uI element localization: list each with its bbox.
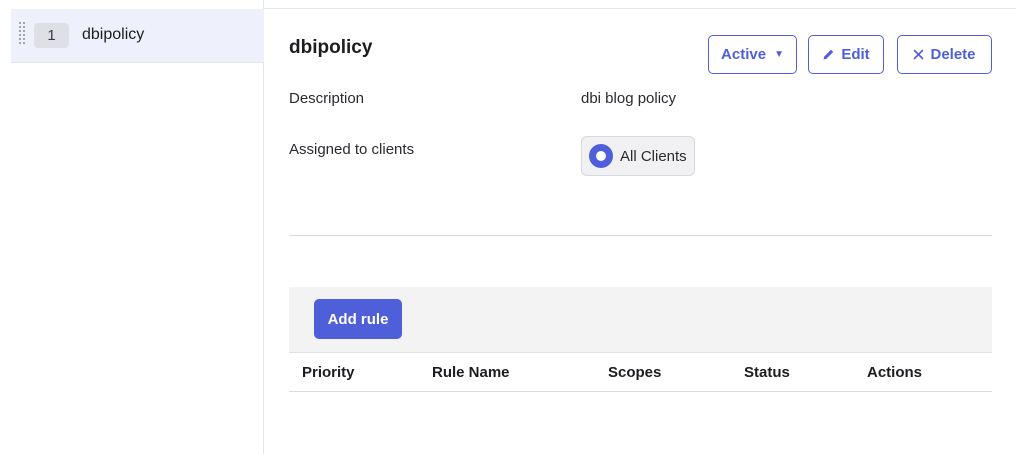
drag-handle-icon[interactable] bbox=[19, 22, 27, 46]
edit-button[interactable]: Edit bbox=[808, 35, 884, 74]
all-clients-label: All Clients bbox=[620, 147, 687, 165]
section-divider bbox=[289, 235, 992, 236]
policy-list-sidebar: 1 dbipolicy bbox=[0, 0, 264, 454]
delete-button[interactable]: Delete bbox=[897, 35, 992, 74]
description-value: dbi blog policy bbox=[581, 90, 677, 107]
column-header-priority: Priority bbox=[302, 364, 355, 381]
policy-list-item-name: dbipolicy bbox=[82, 26, 145, 43]
close-icon bbox=[914, 49, 924, 60]
status-dropdown-button[interactable]: Active ▼ bbox=[708, 35, 797, 74]
rules-toolbar: Add rule bbox=[289, 287, 992, 352]
page-title: dbipolicy bbox=[289, 37, 373, 58]
add-rule-button[interactable]: Add rule bbox=[314, 299, 402, 339]
client-circle-icon bbox=[589, 144, 613, 168]
priority-badge: 1 bbox=[34, 23, 69, 48]
pencil-icon bbox=[823, 49, 834, 60]
column-header-actions: Actions bbox=[867, 364, 923, 381]
rules-table-header: Priority Rule Name Scopes Status Actions bbox=[289, 352, 992, 392]
column-header-status: Status bbox=[744, 364, 790, 381]
status-dropdown-label: Active bbox=[721, 46, 767, 63]
description-label: Description bbox=[289, 90, 365, 107]
assigned-clients-label: Assigned to clients bbox=[289, 141, 415, 158]
policy-list-item[interactable]: 1 dbipolicy bbox=[11, 9, 264, 63]
delete-button-label: Delete bbox=[930, 46, 976, 63]
caret-down-icon: ▼ bbox=[774, 49, 784, 60]
column-header-scopes: Scopes bbox=[608, 364, 662, 381]
edit-button-label: Edit bbox=[841, 46, 870, 63]
policy-detail: dbipolicy Active ▼ Edit Delete Descripti… bbox=[289, 0, 992, 454]
all-clients-chip: All Clients bbox=[581, 136, 695, 176]
column-header-rule-name: Rule Name bbox=[432, 364, 510, 381]
